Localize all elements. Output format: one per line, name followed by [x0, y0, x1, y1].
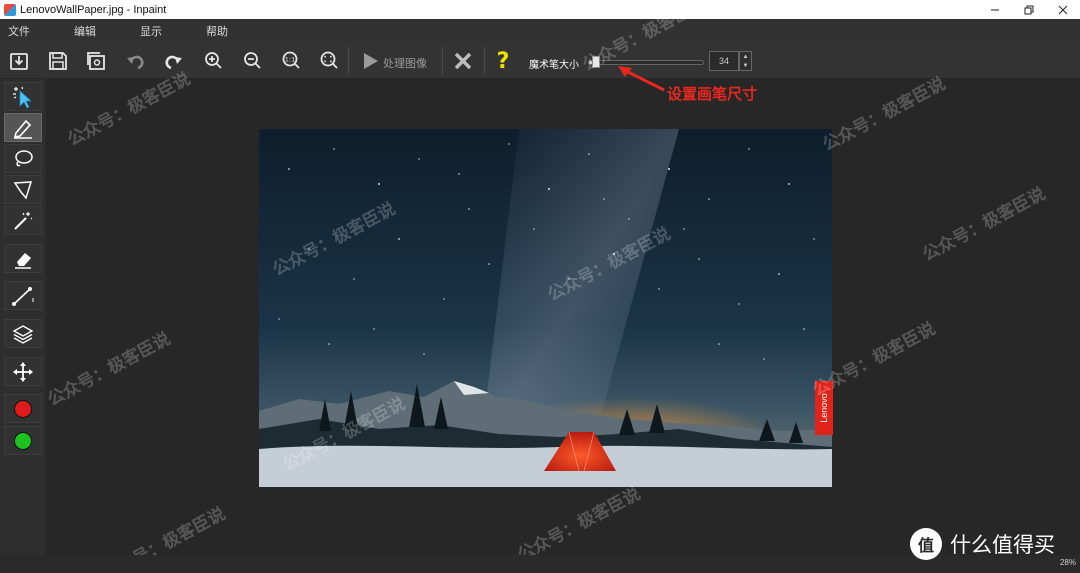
tool-panel — [0, 79, 46, 573]
menu-help[interactable]: 帮助 — [206, 23, 228, 39]
close-button[interactable] — [1046, 0, 1080, 19]
save-icon — [49, 52, 67, 70]
green-color-swatch — [14, 431, 32, 450]
red-marker-color[interactable] — [4, 394, 42, 423]
magic-wand-icon — [14, 211, 33, 230]
smzdm-logo-icon: 值 — [910, 528, 942, 560]
zoom-out-button[interactable] — [237, 47, 267, 75]
open-button[interactable] — [4, 47, 34, 75]
eraser-icon — [15, 252, 31, 269]
brush-size-input[interactable]: 34 — [709, 51, 739, 71]
move-tool[interactable] — [4, 357, 42, 386]
site-branding: 值 什么值得买 — [910, 528, 1055, 560]
toolbar-separator — [484, 47, 485, 75]
save-as-button[interactable] — [81, 47, 111, 75]
restore-button[interactable] — [1012, 0, 1046, 19]
layers-tool[interactable] — [4, 319, 42, 348]
zoom-in-icon — [205, 52, 222, 69]
close-x-icon — [454, 52, 472, 70]
menu-file[interactable]: 文件 — [8, 23, 30, 39]
actual-size-icon: 1:1 — [282, 51, 300, 69]
selection-tool[interactable] — [4, 82, 42, 111]
zoom-in-button[interactable] — [198, 47, 228, 75]
minimize-button[interactable] — [978, 0, 1012, 19]
restore-icon — [1024, 5, 1034, 14]
magic-wand-tool[interactable] — [4, 206, 42, 235]
pencil-icon — [13, 119, 32, 139]
play-icon — [364, 53, 378, 69]
fit-window-icon — [320, 51, 338, 69]
undo-button[interactable] — [120, 47, 150, 75]
toolbar: 1:1 处理图像 ? 魔术笔大小 — [0, 43, 1080, 79]
polygon-lasso-icon — [13, 180, 33, 200]
app-icon — [4, 3, 16, 16]
red-color-swatch — [14, 399, 32, 418]
undo-icon — [127, 55, 144, 70]
menu-edit[interactable]: 编辑 — [74, 23, 96, 39]
menu-view[interactable]: 显示 — [140, 23, 162, 39]
lasso-icon — [15, 149, 33, 166]
title-bar: LenovoWallPaper.jpg - Inpaint — [0, 0, 1080, 19]
magic-cursor-icon — [13, 86, 33, 109]
chevron-down-icon[interactable]: ▼ — [743, 63, 749, 69]
toolbar-separator — [442, 47, 443, 75]
help-icon: ? — [496, 48, 510, 74]
window-controls — [978, 0, 1080, 19]
eraser-tool[interactable] — [4, 244, 42, 273]
lasso-tool[interactable] — [4, 144, 42, 173]
svg-text:1:1: 1:1 — [285, 56, 295, 64]
polygon-lasso-tool[interactable] — [4, 175, 42, 204]
open-icon — [10, 53, 28, 70]
minimize-icon — [991, 9, 999, 10]
zoom-out-icon — [244, 52, 261, 69]
save-button[interactable] — [43, 47, 73, 75]
annotation-label: 设置画笔尺寸 — [667, 86, 758, 103]
chevron-up-icon[interactable]: ▲ — [743, 54, 749, 60]
brush-size-stepper[interactable]: ▲ ▼ — [739, 51, 752, 71]
line-tool[interactable] — [4, 281, 42, 310]
site-name: 什么值得买 — [950, 534, 1055, 557]
line-icon — [12, 286, 34, 306]
cancel-button[interactable] — [448, 47, 478, 75]
layers-icon — [12, 324, 34, 344]
actual-size-button[interactable]: 1:1 — [276, 47, 306, 75]
menu-bar: 文件 编辑 显示 帮助 — [0, 19, 1080, 43]
annotation-arrow — [618, 66, 665, 92]
green-marker-color[interactable] — [4, 426, 42, 455]
process-image-label[interactable]: 处理图像 — [383, 55, 427, 71]
marker-tool[interactable] — [4, 113, 42, 142]
fit-window-button[interactable] — [314, 47, 344, 75]
help-button[interactable]: ? — [488, 47, 518, 75]
toolbar-separator — [348, 47, 349, 75]
move-icon — [13, 361, 33, 382]
zoom-level: 28% — [1059, 558, 1076, 567]
save-as-icon — [87, 52, 105, 70]
smzdm-logo-glyph: 值 — [917, 538, 934, 555]
window-title: LenovoWallPaper.jpg - Inpaint — [20, 3, 167, 16]
process-image-button[interactable] — [355, 47, 385, 75]
brush-size-label: 魔术笔大小 — [529, 60, 579, 71]
close-icon — [1058, 5, 1068, 14]
